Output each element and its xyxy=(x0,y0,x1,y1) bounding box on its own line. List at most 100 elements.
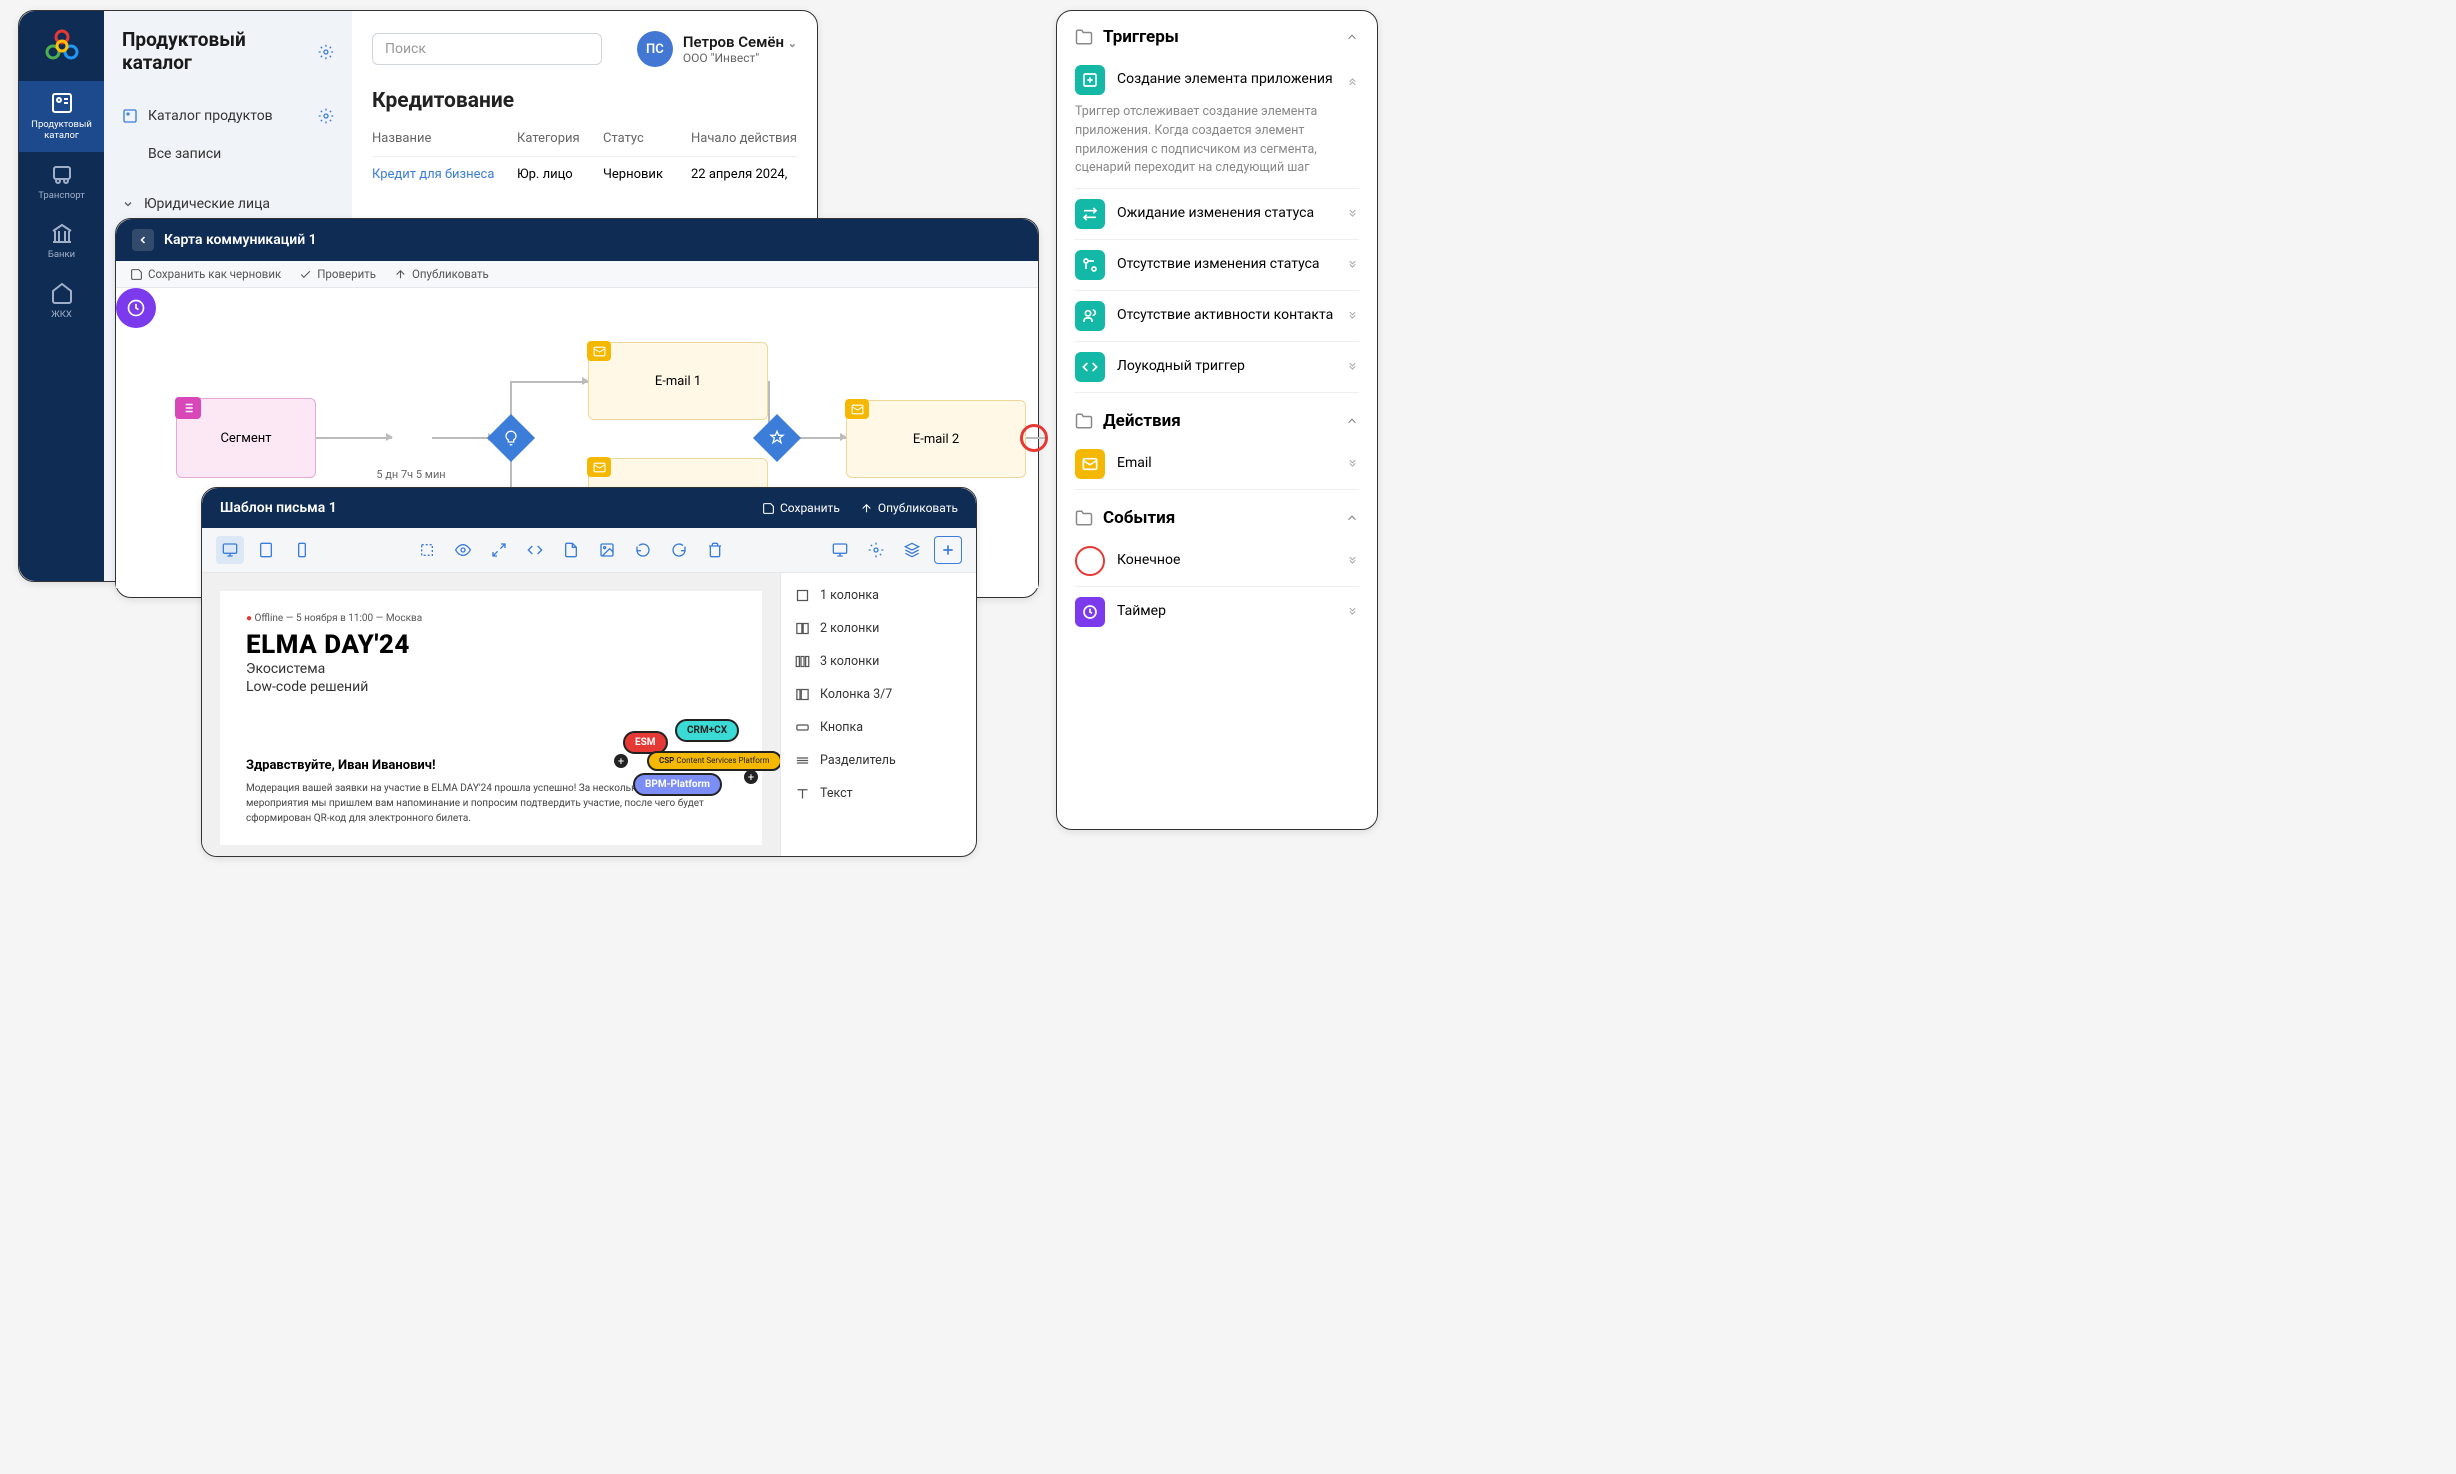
rail-banks[interactable]: Банки xyxy=(19,211,104,270)
save-draft-button[interactable]: Сохранить как черновик xyxy=(130,267,281,281)
page-title: Кредитование xyxy=(352,85,817,131)
image-icon[interactable] xyxy=(593,536,621,564)
clock-icon xyxy=(1075,597,1105,627)
add-widget-icon[interactable] xyxy=(934,536,962,564)
layers-icon[interactable] xyxy=(898,536,926,564)
rail-label: Продуктовый каталог xyxy=(19,119,104,142)
data-table: Название Категория Статус Начало действи… xyxy=(352,131,817,192)
chevron-down-double-icon xyxy=(1346,310,1359,323)
condition-node[interactable] xyxy=(753,414,801,462)
chevron-up-icon xyxy=(1345,511,1359,525)
rail-housing[interactable]: ЖКХ xyxy=(19,271,104,330)
event-timer[interactable]: Таймер xyxy=(1075,587,1359,637)
chevron-up-icon xyxy=(1345,30,1359,44)
expand-icon[interactable] xyxy=(485,536,513,564)
mail-icon xyxy=(1075,449,1105,479)
section-actions[interactable]: Действия xyxy=(1075,411,1359,431)
end-node[interactable] xyxy=(1020,424,1048,452)
email-template-window: Шаблон письма 1 Сохранить Опубликовать xyxy=(201,487,977,857)
nav-rail: Продуктовый каталог Транспорт Банки ЖКХ xyxy=(19,11,104,581)
tablet-view-icon[interactable] xyxy=(252,536,280,564)
widget-col37[interactable]: Колонка 3/7 xyxy=(781,678,976,711)
table-row[interactable]: Кредит для бизнеса Юр. лицо Черновик 22 … xyxy=(372,156,797,192)
triggers-panel: Триггеры Создание элемента приложения Тр… xyxy=(1056,10,1378,830)
chevron-down-double-icon xyxy=(1346,458,1359,471)
trigger-lowcode[interactable]: Лоукодный триггер xyxy=(1075,342,1359,393)
event-meta: ● Offline — 5 ноября в 11:00 — Москва xyxy=(246,613,736,624)
event-title: ELMA DAY'24 xyxy=(246,630,736,660)
sidebar-catalog[interactable]: Каталог продуктов xyxy=(104,97,352,135)
app-logo[interactable] xyxy=(41,25,83,67)
eye-icon[interactable] xyxy=(449,536,477,564)
presentation-icon[interactable] xyxy=(826,536,854,564)
folder-icon xyxy=(1075,412,1093,430)
trigger-create-element[interactable]: Создание элемента приложения Триггер отс… xyxy=(1075,55,1359,189)
rail-transport[interactable]: Транспорт xyxy=(19,152,104,211)
sidebar-legal-entities[interactable]: Юридические лица xyxy=(104,185,352,223)
gear-icon[interactable] xyxy=(318,108,334,124)
chevron-down-icon xyxy=(122,198,134,210)
trash-icon[interactable] xyxy=(701,536,729,564)
desktop-view-icon[interactable] xyxy=(216,536,244,564)
check-button[interactable]: Проверить xyxy=(299,267,376,281)
rail-label: ЖКХ xyxy=(51,309,72,320)
timer-label: 5 дн 7ч 5 мин xyxy=(366,468,456,481)
chevron-down-double-icon xyxy=(1346,606,1359,619)
end-circle-icon xyxy=(1075,546,1105,576)
avatar: ПС xyxy=(637,31,673,67)
swap-icon xyxy=(1075,199,1105,229)
code-icon xyxy=(1075,352,1105,382)
widget-1col[interactable]: 1 колонка xyxy=(781,579,976,612)
condition-node[interactable] xyxy=(487,414,535,462)
chevron-down-double-icon xyxy=(1346,555,1359,568)
list-icon xyxy=(175,397,201,419)
event-end[interactable]: Конечное xyxy=(1075,536,1359,587)
save-button[interactable]: Сохранить xyxy=(762,501,840,515)
settings-icon[interactable] xyxy=(862,536,890,564)
widget-2col[interactable]: 2 колонки xyxy=(781,612,976,645)
mobile-view-icon[interactable] xyxy=(288,536,316,564)
document-icon[interactable] xyxy=(557,536,585,564)
mail-icon xyxy=(587,341,611,361)
timer-node[interactable] xyxy=(116,288,156,328)
email-node-1[interactable]: E-mail 1 xyxy=(588,342,768,420)
rail-product-catalog[interactable]: Продуктовый каталог xyxy=(19,81,104,152)
email-preview: ● Offline — 5 ноября в 11:00 — Москва EL… xyxy=(202,573,780,857)
search-input[interactable]: Поиск xyxy=(372,33,602,65)
widget-button[interactable]: Кнопка xyxy=(781,711,976,744)
chevron-down-double-icon xyxy=(1346,208,1359,221)
trigger-no-contact-activity[interactable]: Отсутствие активности контакта xyxy=(1075,291,1359,342)
segment-node[interactable]: Сегмент xyxy=(176,398,316,478)
chevron-up-double-icon xyxy=(1346,74,1359,87)
widget-3col[interactable]: 3 колонки xyxy=(781,645,976,678)
widget-divider[interactable]: Разделитель xyxy=(781,744,976,777)
col-header: Статус xyxy=(603,131,691,146)
folder-icon xyxy=(1075,28,1093,46)
code-icon[interactable] xyxy=(521,536,549,564)
email-node-2[interactable]: E-mail 2 xyxy=(846,400,1026,478)
col-header: Начало действия xyxy=(691,131,797,146)
section-events[interactable]: События xyxy=(1075,508,1359,528)
widget-text[interactable]: Текст xyxy=(781,777,976,810)
rail-label: Банки xyxy=(48,249,75,260)
chevron-down-double-icon xyxy=(1346,361,1359,374)
action-email[interactable]: Email xyxy=(1075,439,1359,490)
redo-icon[interactable] xyxy=(665,536,693,564)
publish-button[interactable]: Опубликовать xyxy=(860,501,958,515)
user-menu[interactable]: ПС Петров Семён ⌄ ООО "Инвест" xyxy=(637,31,797,67)
back-button[interactable] xyxy=(132,229,154,251)
gear-icon[interactable] xyxy=(318,44,334,60)
window-title: Шаблон письма 1 xyxy=(220,500,337,516)
undo-icon[interactable] xyxy=(629,536,657,564)
trigger-await-status[interactable]: Ожидание изменения статуса xyxy=(1075,189,1359,240)
publish-button[interactable]: Опубликовать xyxy=(394,267,489,281)
plus-box-icon xyxy=(1075,65,1105,95)
trigger-no-status-change[interactable]: Отсутствие изменения статуса xyxy=(1075,240,1359,291)
chevron-down-double-icon xyxy=(1346,259,1359,272)
select-icon[interactable] xyxy=(413,536,441,564)
mail-icon xyxy=(587,457,611,477)
sidebar-all-records[interactable]: Все записи xyxy=(104,135,352,173)
section-triggers[interactable]: Триггеры xyxy=(1075,27,1359,47)
widget-panel: 1 колонка 2 колонки 3 колонки Колонка 3/… xyxy=(780,573,976,857)
chevron-up-icon xyxy=(1345,414,1359,428)
